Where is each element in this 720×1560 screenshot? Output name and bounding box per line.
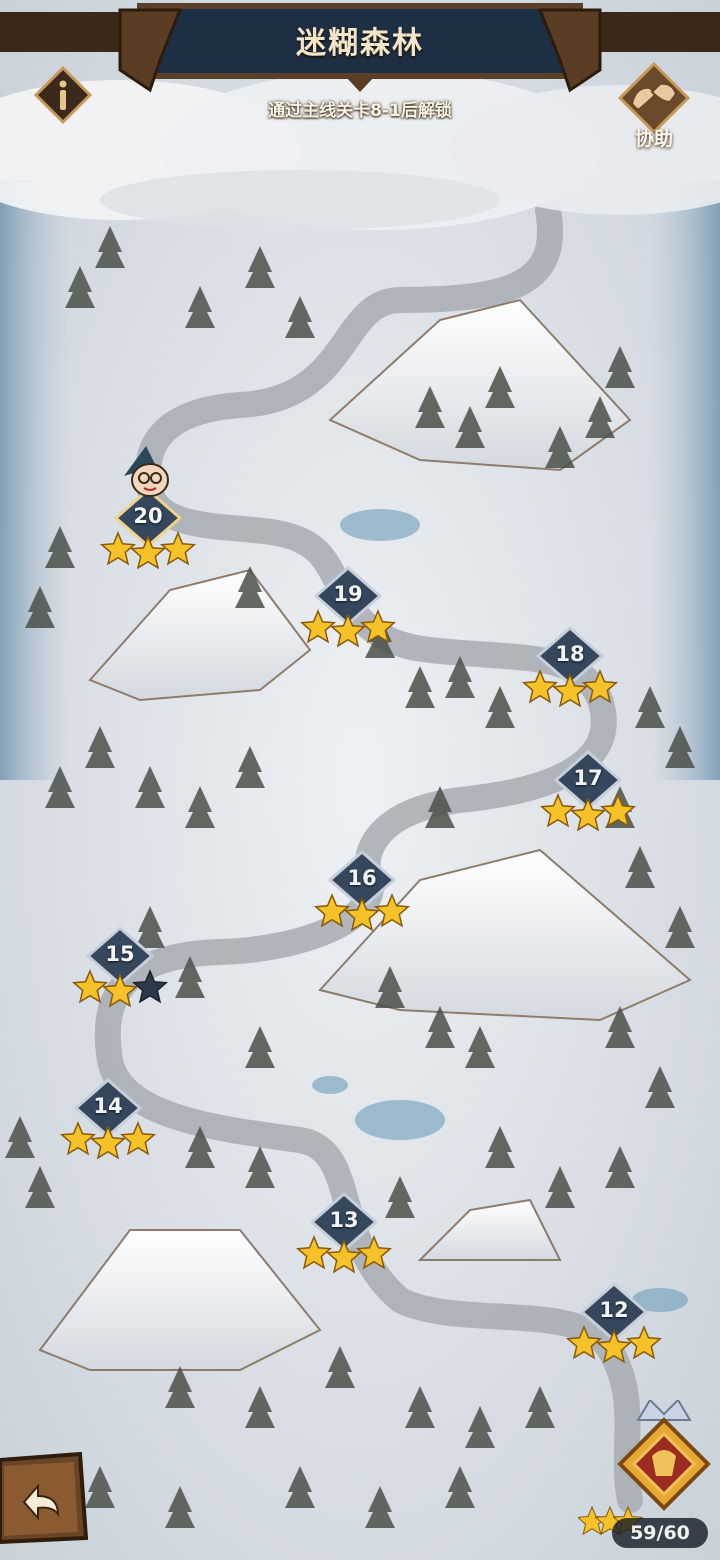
star-empty-icon [131,969,169,1004]
stage-17-badge [539,750,637,832]
stage-19-number: 19 [333,582,363,606]
stage-node-12[interactable]: 12 [564,1282,664,1368]
star-filled-icon [595,1329,633,1364]
stage-15-number: 15 [105,942,135,966]
star-progress-label: 59/60 [630,1522,690,1544]
star-filled-icon [325,1239,363,1274]
stage-node-17[interactable]: 17 [538,750,638,836]
stage-node-19[interactable]: 19 [298,566,398,652]
stage-node-18[interactable]: 18 [520,626,620,712]
stage-14-badge [59,1078,157,1160]
star-filled-icon [551,673,589,708]
star-filled-icon [89,1125,127,1160]
stage-14-number: 14 [93,1094,123,1118]
stage-node-14[interactable]: 14 [58,1078,158,1164]
star-filled-icon [313,893,351,928]
stage-20-number: 20 [133,504,163,528]
star-filled-icon [521,669,559,704]
stage-node-20[interactable]: 20 [98,488,198,574]
stage-18-badge [521,626,619,708]
star-filled-icon [539,793,577,828]
assist-button[interactable]: 协助 [616,60,692,152]
stage-13-badge [295,1192,393,1274]
stage-19-badge [299,566,397,648]
star-filled-icon [129,535,167,570]
hero-avatar-icon [124,446,169,497]
star-filled-icon [373,893,411,928]
info-button[interactable] [33,65,93,125]
star-filled-icon [59,1121,97,1156]
stage-node-15[interactable]: 15 [70,926,170,1012]
assist-label: 协助 [634,128,673,150]
stage-13-number: 13 [329,1208,359,1232]
stage-12-number: 12 [599,1298,629,1322]
star-filled-icon [329,613,367,648]
star-filled-icon [299,609,337,644]
stage-17-number: 17 [573,766,603,790]
star-filled-icon [569,797,607,832]
star-filled-icon [565,1325,603,1360]
stage-16-badge [313,850,411,932]
star-filled-icon [71,969,109,1004]
star-filled-icon [99,531,137,566]
stage-18-number: 18 [555,642,585,666]
back-arrow-icon [0,1451,89,1545]
info-icon [33,65,93,125]
page-title: 迷糊森林 [296,26,424,61]
star-filled-icon [599,793,637,828]
unlock-hint: 通过主线关卡8-1后解锁 [268,101,452,121]
star-filled-icon [359,609,397,644]
stage-node-13[interactable]: 13 [294,1192,394,1278]
star-progress-counter: 59/60 [612,1518,708,1548]
star-filled-icon [101,973,139,1008]
star-filled-icon [159,531,197,566]
star-filled-icon [119,1121,157,1156]
star-filled-icon [343,897,381,932]
star-filled-icon [355,1235,393,1270]
stage-12-badge [565,1282,663,1364]
back-button[interactable] [0,1451,89,1545]
title-banner: 迷糊森林 [0,0,720,93]
star-filled-icon [581,669,619,704]
stage-20-badge [99,488,197,570]
stage-15-badge [71,926,169,1008]
star-filled-icon [625,1325,663,1360]
stage-16-number: 16 [347,866,377,890]
stage-node-16[interactable]: 16 [312,850,412,936]
star-filled-icon [295,1235,333,1270]
